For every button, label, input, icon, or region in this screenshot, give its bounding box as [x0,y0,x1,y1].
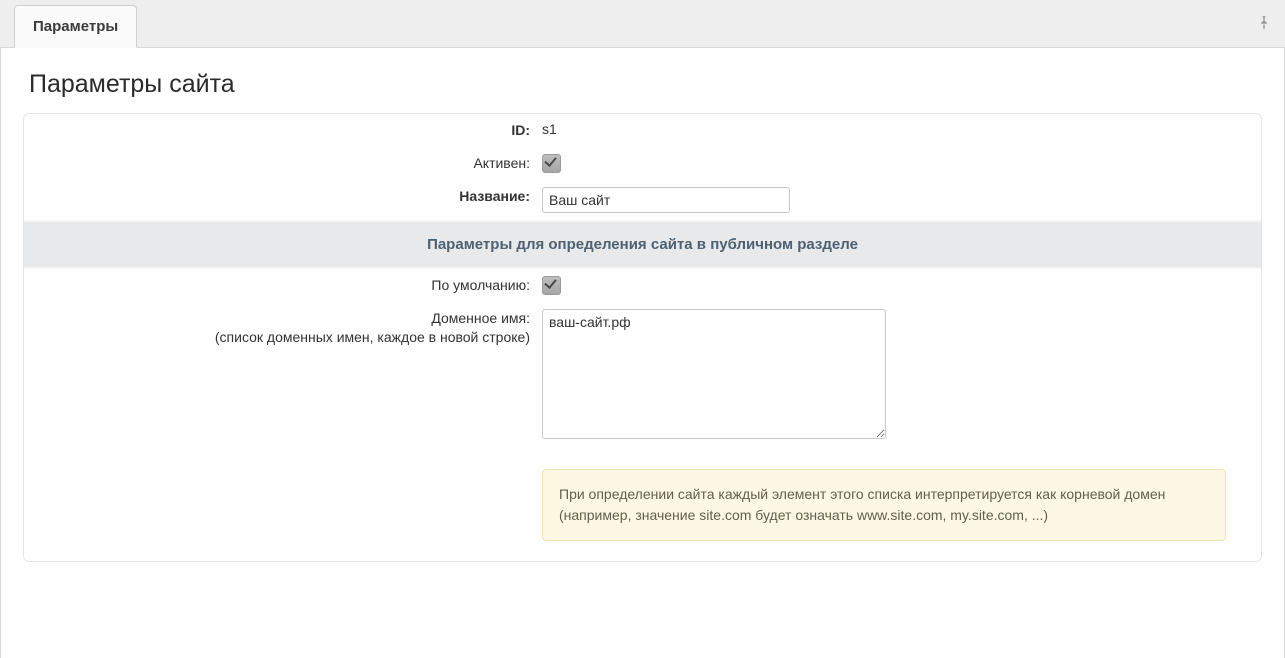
tab-bar: Параметры [0,0,1285,48]
domain-sublabel: (список доменных имен, каждое в новой ст… [215,329,530,345]
id-value: s1 [536,114,1261,147]
id-label: ID: [24,114,536,147]
name-label: Название: [24,180,536,220]
active-checkbox[interactable] [542,154,561,173]
name-input[interactable] [542,187,790,213]
default-checkbox[interactable] [542,276,561,295]
domain-label-cell: Доменное имя: (список доменных имен, каж… [24,302,536,449]
form-panel: ID: s1 Активен: Название: Параметры для … [23,113,1262,562]
pin-icon[interactable] [1255,14,1273,32]
domain-hint: При определении сайта каждый элемент это… [542,469,1226,541]
domain-textarea[interactable] [542,309,886,439]
tab-parameters-label: Параметры [33,18,118,35]
page-title: Параметры сайта [1,48,1284,113]
default-label: По умолчанию: [24,269,536,302]
content-area: Параметры сайта ID: s1 Активен: Название… [0,48,1285,658]
tab-parameters[interactable]: Параметры [14,5,137,48]
domain-label: Доменное имя: [431,310,530,326]
active-label: Активен: [24,147,536,180]
form-table: ID: s1 Активен: Название: Параметры для … [24,114,1261,561]
section-heading: Параметры для определения сайта в публич… [24,220,1261,269]
